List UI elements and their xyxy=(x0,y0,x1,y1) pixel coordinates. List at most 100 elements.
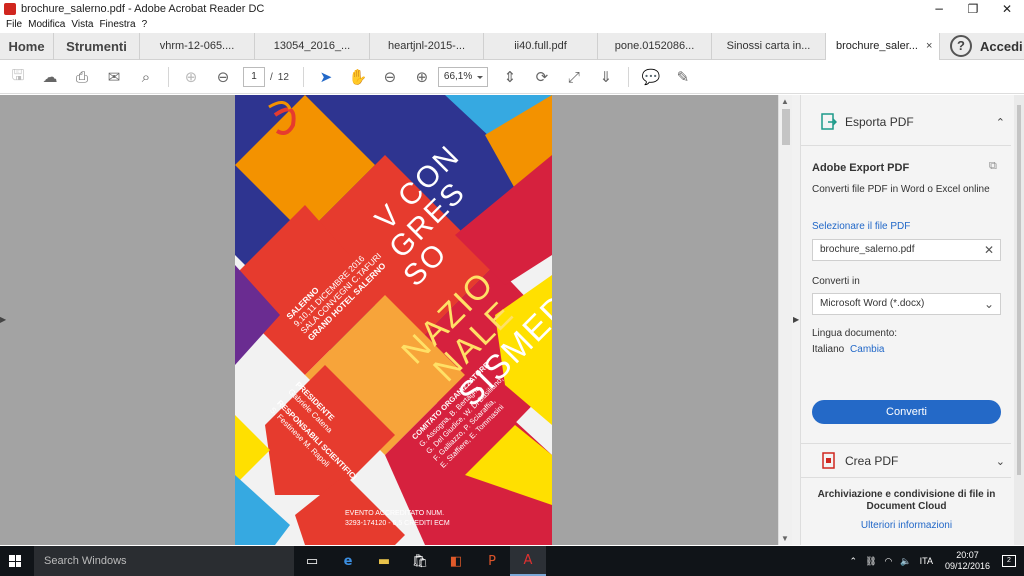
store-icon[interactable]: 🛍 xyxy=(402,546,438,576)
search-icon[interactable]: ⌕ xyxy=(130,61,162,94)
zoom-out-icon[interactable]: ⊖ xyxy=(374,61,406,94)
tab-doc-2[interactable]: 13054_2016_... xyxy=(255,33,370,60)
clear-file-icon[interactable]: ✕ xyxy=(984,240,994,260)
format-dropdown[interactable]: Microsoft Word (*.docx) ⌄ xyxy=(812,293,1001,315)
pane-splitter[interactable]: ▶ xyxy=(792,95,800,545)
tab-home[interactable]: Home xyxy=(0,33,54,60)
search-windows-box[interactable]: Search Windows xyxy=(34,546,294,576)
convert-to-label: Converti in xyxy=(812,276,860,287)
login-button[interactable]: Accedi xyxy=(980,33,1023,59)
hand-tool-icon[interactable]: ✋ xyxy=(342,61,374,94)
clock-time: 20:07 xyxy=(956,550,979,560)
notification-icon[interactable]: 2 xyxy=(1002,555,1016,567)
export-pdf-icon xyxy=(821,113,837,130)
toolbar: 🖫 ☁ ⎙ ✉ ⌕ ⊕ ⊖ 1 / 12 ➤ ✋ ⊖ ⊕ 66,1% ⇕ ⟳ ⤢… xyxy=(0,61,1024,94)
window-title: brochure_salerno.pdf - Adobe Acrobat Rea… xyxy=(21,3,265,15)
page-total: 12 xyxy=(277,71,289,83)
create-pdf-header[interactable]: Crea PDF ⌄ xyxy=(801,445,1011,477)
create-pdf-label: Crea PDF xyxy=(845,454,899,468)
email-icon[interactable]: ✉ xyxy=(98,61,130,94)
language-change-link[interactable]: Cambia xyxy=(850,344,884,355)
divider xyxy=(801,443,1011,444)
tab-doc-3[interactable]: heartjnl-2015-... xyxy=(370,33,484,60)
next-page-icon[interactable]: ⊖ xyxy=(207,61,239,94)
wifi-icon[interactable]: ◠ xyxy=(885,556,893,567)
export-pdf-header[interactable]: Esporta PDF ⌃ xyxy=(801,106,1011,138)
zoom-in-icon[interactable]: ⊕ xyxy=(406,61,438,94)
print-icon[interactable]: ⎙ xyxy=(66,61,98,94)
adobe-export-desc: Converti file PDF in Word o Excel online xyxy=(812,184,990,195)
page-number-input[interactable]: 1 xyxy=(243,67,265,87)
panel-scroll-thumb[interactable] xyxy=(1017,105,1021,475)
office-app-icon[interactable]: ◧ xyxy=(438,546,474,576)
menu-finestra[interactable]: Finestra xyxy=(99,18,135,32)
convert-button[interactable]: Converti xyxy=(812,400,1001,424)
language-value: Italiano xyxy=(812,344,845,355)
menu-help[interactable]: ? xyxy=(142,18,148,32)
language-label: Lingua documento: xyxy=(812,328,898,339)
toolbar-divider xyxy=(168,67,169,87)
save-icon[interactable]: 🖫 xyxy=(2,61,34,94)
tray-expand-icon[interactable]: ⌃ xyxy=(850,556,858,567)
document-viewer[interactable]: ▶ V CON GRES SO NAZIO NALE SISMED SALERN… xyxy=(0,95,778,545)
tab-doc-active[interactable]: brochure_saler... × xyxy=(826,33,940,60)
restore-icon[interactable]: ❐ xyxy=(956,0,990,18)
clock[interactable]: 20:07 09/12/2016 xyxy=(945,550,990,572)
tab-doc-6[interactable]: Sinossi carta in... xyxy=(712,33,826,60)
file-name-field[interactable]: brochure_salerno.pdf ✕ xyxy=(812,239,1001,261)
system-tray: ⌃ ⛓ ◠ 🔈 ITA 20:07 09/12/2016 2 xyxy=(846,546,1024,576)
menu-modifica[interactable]: Modifica xyxy=(28,18,65,32)
poster-artwork: V CON GRES SO NAZIO NALE SISMED SALERNO … xyxy=(235,95,552,545)
close-window-icon[interactable]: ✕ xyxy=(990,0,1024,18)
network-icon[interactable]: ⛓ xyxy=(865,556,876,567)
divider xyxy=(801,145,1011,146)
chevron-up-icon[interactable]: ⌃ xyxy=(996,116,1005,129)
expand-left-pane-icon[interactable]: ▶ xyxy=(0,315,8,324)
sign-pen-icon[interactable]: ✎ xyxy=(667,61,699,94)
poster-accreditation-1: EVENTO ACCREDITATO NUM. xyxy=(345,510,444,517)
menu-vista[interactable]: Vista xyxy=(71,18,93,32)
copy-icon[interactable]: ⧉ xyxy=(989,160,997,173)
scroll-down-icon[interactable]: ▼ xyxy=(781,534,789,543)
more-info-link[interactable]: Ulteriori informazioni xyxy=(812,520,1001,531)
chevron-down-icon[interactable]: ⌄ xyxy=(996,455,1005,468)
toolbar-divider xyxy=(302,67,304,87)
scroll-mode-icon[interactable]: ⇓ xyxy=(590,61,622,94)
help-icon[interactable]: ? xyxy=(950,35,972,57)
format-value: Microsoft Word (*.docx) xyxy=(820,298,925,309)
previous-page-icon[interactable]: ⊕ xyxy=(175,61,207,94)
upload-cloud-icon[interactable]: ☁ xyxy=(34,61,66,94)
right-tools-panel: Esporta PDF ⌃ Adobe Export PDF ⧉ Convert… xyxy=(800,95,1024,545)
tab-doc-4[interactable]: ii40.full.pdf xyxy=(484,33,598,60)
tab-doc-1[interactable]: vhrm-12-065.... xyxy=(140,33,255,60)
comment-icon[interactable]: 💬 xyxy=(635,61,667,94)
create-pdf-icon xyxy=(822,452,835,469)
rotate-icon[interactable]: ⟳ xyxy=(526,61,558,94)
menu-file[interactable]: File xyxy=(6,18,22,32)
fullscreen-icon[interactable]: ⤢ xyxy=(558,61,590,94)
collapse-right-pane-icon[interactable]: ▶ xyxy=(793,315,799,324)
tab-tools[interactable]: Strumenti xyxy=(54,33,140,60)
tab-doc-5[interactable]: pone.0152086... xyxy=(598,33,712,60)
panel-scrollbar[interactable] xyxy=(1014,95,1024,545)
task-view-icon[interactable]: ▭ xyxy=(294,546,330,576)
taskbar: Search Windows ▭ e ▬ 🛍 ◧ P A ⌃ ⛓ ◠ 🔈 ITA… xyxy=(0,546,1024,576)
tab-close-icon[interactable]: × xyxy=(926,40,932,52)
start-button[interactable] xyxy=(0,546,30,576)
fit-page-icon[interactable]: ⇕ xyxy=(494,61,526,94)
document-scrollbar[interactable]: ▲ ▼ xyxy=(778,95,792,545)
powerpoint-icon[interactable]: P xyxy=(474,546,510,576)
title-bar: brochure_salerno.pdf - Adobe Acrobat Rea… xyxy=(0,0,1024,18)
edge-browser-icon[interactable]: e xyxy=(330,546,366,576)
menu-bar: File Modifica Vista Finestra ? xyxy=(0,18,147,32)
file-explorer-icon[interactable]: ▬ xyxy=(366,546,402,576)
minimize-icon[interactable]: − xyxy=(922,0,956,18)
scroll-up-icon[interactable]: ▲ xyxy=(781,97,789,106)
zoom-dropdown[interactable]: 66,1% xyxy=(437,67,488,87)
volume-icon[interactable]: 🔈 xyxy=(900,556,911,567)
scroll-thumb[interactable] xyxy=(782,109,790,145)
input-language[interactable]: ITA xyxy=(920,556,933,566)
export-pdf-label: Esporta PDF xyxy=(845,115,914,129)
select-cursor-icon[interactable]: ➤ xyxy=(310,61,342,94)
acrobat-taskbar-icon[interactable]: A xyxy=(510,546,546,576)
